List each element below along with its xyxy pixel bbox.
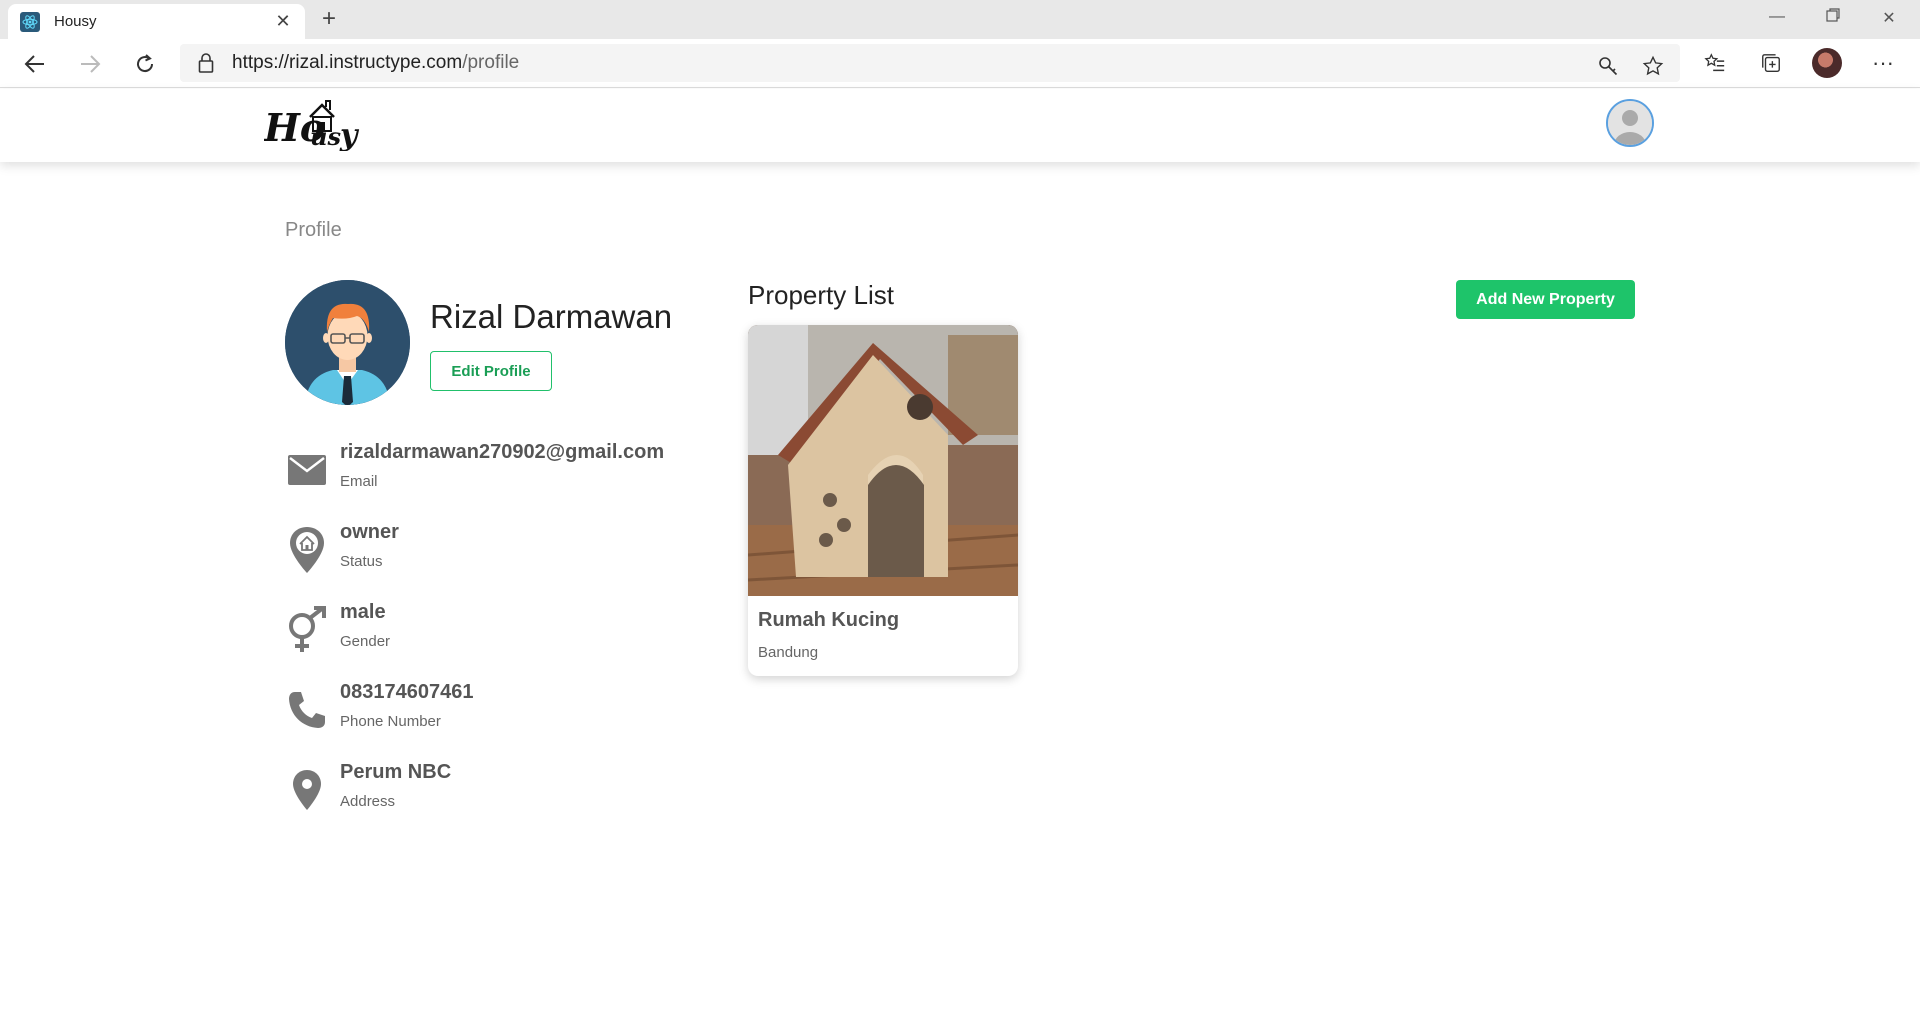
- info-value: 083174607461: [340, 681, 474, 703]
- info-label: Address: [340, 793, 396, 810]
- address-bar[interactable]: https://rizal.instructype.com/profile: [180, 44, 1680, 82]
- browser-tab-bar: Housy ✕ + — ✕: [0, 0, 1920, 39]
- housy-logo[interactable]: Ho us y: [264, 97, 368, 151]
- property-list-title: Property List: [748, 280, 894, 310]
- close-window-icon[interactable]: ✕: [1874, 8, 1904, 28]
- info-value: Perum NBC: [340, 761, 452, 783]
- user-silhouette-icon: [1608, 101, 1652, 145]
- new-tab-icon[interactable]: +: [316, 6, 342, 32]
- key-icon[interactable]: [1594, 52, 1622, 80]
- info-value: rizaldarmawan270902@gmail.com: [340, 441, 665, 463]
- collections-icon[interactable]: [1756, 48, 1786, 78]
- browser-profile-avatar[interactable]: [1812, 48, 1842, 78]
- info-label: Status: [340, 553, 383, 570]
- info-row-address: Perum NBC Address: [285, 761, 705, 821]
- mail-icon: [285, 445, 329, 495]
- back-icon[interactable]: [20, 49, 50, 79]
- info-value: owner: [340, 521, 399, 543]
- profile-name: Rizal Darmawan: [430, 298, 673, 335]
- forward-icon[interactable]: [75, 49, 105, 79]
- profile-avatar: [285, 280, 410, 405]
- more-menu-icon[interactable]: ···: [1868, 48, 1898, 78]
- svg-text:us: us: [310, 122, 341, 151]
- gender-icon: [285, 605, 329, 655]
- add-new-property-button[interactable]: Add New Property: [1456, 280, 1635, 319]
- close-tab-icon[interactable]: ✕: [273, 11, 293, 32]
- user-menu-avatar[interactable]: [1606, 99, 1654, 147]
- app-header: Ho us y: [0, 89, 1920, 162]
- svg-text:y: y: [339, 118, 360, 151]
- property-name: Rumah Kucing: [758, 609, 900, 631]
- react-icon: [20, 11, 40, 32]
- info-label: Gender: [340, 633, 391, 650]
- info-label: Email: [340, 473, 378, 490]
- man-avatar-illustration: [285, 280, 410, 405]
- info-value: male: [340, 601, 386, 623]
- tab-title: Housy: [54, 13, 97, 30]
- info-row-email: rizaldarmawan270902@gmail.com Email: [285, 441, 705, 501]
- minimize-icon[interactable]: —: [1762, 8, 1792, 26]
- browser-tab[interactable]: Housy ✕: [8, 4, 305, 39]
- restore-icon[interactable]: [1818, 8, 1848, 27]
- favorites-icon[interactable]: [1700, 48, 1730, 78]
- browser-toolbar: https://rizal.instructype.com/profile ··…: [0, 39, 1920, 88]
- location-pin-icon: [285, 765, 329, 815]
- page-breadcrumb: Profile: [285, 219, 342, 241]
- info-row-gender: male Gender: [285, 601, 705, 661]
- home-pin-icon: [285, 525, 329, 575]
- info-row-phone: 083174607461 Phone Number: [285, 681, 705, 741]
- url-text: https://rizal.instructype.com/profile: [232, 52, 520, 73]
- info-label: Phone Number: [340, 713, 441, 730]
- property-city: Bandung: [758, 644, 819, 661]
- star-icon[interactable]: [1639, 52, 1667, 80]
- refresh-icon[interactable]: [130, 49, 160, 79]
- edit-profile-button[interactable]: Edit Profile: [430, 351, 552, 391]
- lock-icon: [198, 53, 214, 73]
- property-card[interactable]: Rumah Kucing Bandung: [748, 325, 1018, 676]
- info-row-status: owner Status: [285, 521, 705, 581]
- property-image: [748, 325, 1018, 596]
- phone-icon: [285, 685, 329, 735]
